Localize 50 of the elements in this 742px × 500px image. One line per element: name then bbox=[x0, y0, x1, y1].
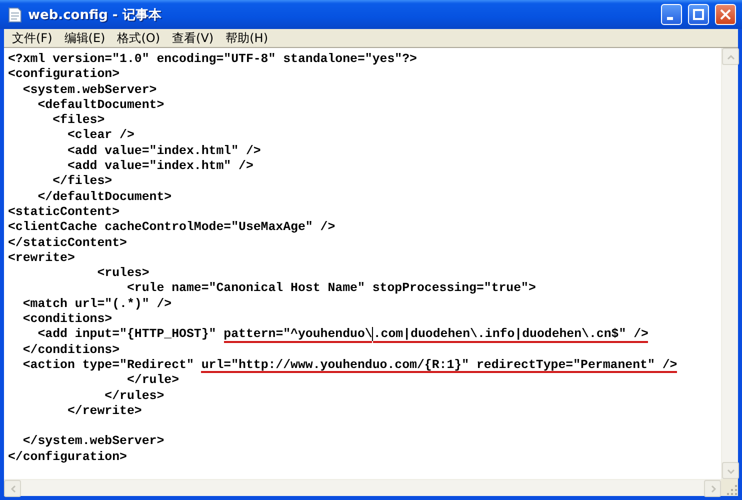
code-text: </configuration> bbox=[8, 450, 127, 466]
maximize-button[interactable] bbox=[688, 4, 709, 25]
menu-item[interactable]: 编辑(E) bbox=[58, 30, 112, 46]
code-text: <clientCache cacheControlMode="UseMaxAge" /> bbox=[8, 220, 336, 236]
menu-item[interactable]: 文件(F) bbox=[6, 30, 58, 46]
code-text: <defaultDocument> bbox=[36, 98, 164, 114]
code-text: </conditions> bbox=[22, 342, 120, 358]
code-text: </system.webServer> bbox=[22, 434, 164, 450]
text-cursor bbox=[372, 327, 374, 342]
code-text: </files> bbox=[52, 174, 112, 190]
underlined-code: url="http://www.youhenduo.com/{R:1}" redirectType="Permanent" /> bbox=[201, 358, 678, 374]
horizontal-scrollbar[interactable] bbox=[4, 479, 721, 496]
close-icon bbox=[720, 9, 731, 20]
notepad-icon bbox=[8, 6, 22, 22]
code-text: <add input="{HTTP_HOST}" bbox=[36, 327, 218, 343]
code-text: <clear /> bbox=[66, 128, 134, 144]
menu-item[interactable]: 查看(V) bbox=[166, 30, 220, 46]
menu-item[interactable]: 格式(O) bbox=[111, 30, 166, 46]
scroll-down-button[interactable] bbox=[722, 462, 739, 479]
size-grip-icon[interactable] bbox=[726, 484, 738, 496]
close-button[interactable] bbox=[715, 4, 736, 25]
scroll-right-button[interactable] bbox=[704, 480, 721, 497]
vertical-scrollbar[interactable] bbox=[721, 48, 738, 479]
scroll-left-button[interactable] bbox=[4, 480, 21, 497]
code-text: </staticContent> bbox=[8, 236, 127, 251]
code-text: <?xml version="1.0" encoding="UTF-8" standalone="yes"?> bbox=[8, 52, 417, 68]
code-text: </defaultDocument> bbox=[36, 190, 172, 205]
code-text: <staticContent> bbox=[8, 204, 120, 220]
code-text: </rule> bbox=[126, 373, 180, 389]
window-title: web.config - 记事本 bbox=[28, 6, 162, 24]
maximize-icon bbox=[693, 9, 704, 20]
underlined-code: pattern="^youhenduo\ bbox=[224, 327, 372, 343]
code-text: <add value="index.html" /> bbox=[66, 144, 261, 160]
scroll-up-button[interactable] bbox=[722, 48, 739, 65]
code-text: </rules> bbox=[104, 388, 164, 404]
menu-item[interactable]: 帮助(H) bbox=[220, 30, 274, 46]
code-text: <match url="(.*)" /> bbox=[22, 296, 172, 312]
underlined-code: .com|duodehen\.info|duodehen\.cn$" /> bbox=[373, 327, 648, 343]
code-text: <add value="index.htm" /> bbox=[66, 159, 254, 174]
code-text: <system.webServer> bbox=[22, 82, 157, 98]
code-text: <configuration> bbox=[8, 67, 120, 83]
minimize-icon bbox=[666, 17, 672, 20]
code-text: <conditions> bbox=[22, 312, 112, 328]
code-text: <files> bbox=[52, 113, 105, 128]
minimize-button[interactable] bbox=[661, 4, 682, 25]
code-text: <action type="Redirect" bbox=[22, 358, 195, 374]
code-text: <rule name="Canonical Host Name" stopProcessing="true"> bbox=[126, 281, 536, 297]
code-text: <rules> bbox=[96, 266, 150, 282]
code-text: <rewrite> bbox=[8, 250, 75, 266]
code-text: </rewrite> bbox=[66, 404, 142, 420]
